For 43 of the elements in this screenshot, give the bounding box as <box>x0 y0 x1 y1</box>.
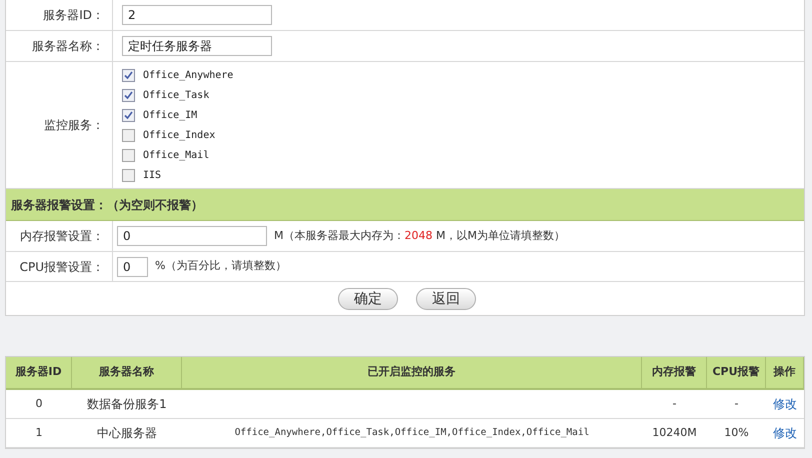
text-field[interactable]: 定时任务服务器 <box>122 36 272 56</box>
text-field[interactable]: 0 <box>117 256 148 276</box>
checkbox-label: IIS <box>143 168 162 182</box>
checkbox[interactable] <box>122 128 135 142</box>
checkbox[interactable] <box>122 108 135 122</box>
edit-link[interactable]: 修改 <box>773 395 797 413</box>
table-cell-text: 1 <box>36 424 42 441</box>
table-cell-text: Office_Anywhere,Office_Task,Office_IM,Office_Index,Office_Mail <box>234 426 590 440</box>
column-header: 服务器名称 <box>99 364 154 380</box>
field-label: 服务器名称： <box>32 38 104 55</box>
text-field[interactable]: 0 <box>117 226 267 246</box>
table-cell-text: 0 <box>36 396 42 412</box>
checkbox[interactable] <box>122 68 135 82</box>
field-label: 服务器ID： <box>43 7 104 24</box>
column-header: 服务器ID <box>15 364 62 380</box>
checkbox-label: Office_IM <box>143 108 198 122</box>
table-cell-text: 数据备份服务1 <box>87 396 167 413</box>
column-header: 内存报警 <box>652 364 696 380</box>
checkbox-label: Office_Index <box>143 128 216 142</box>
hint-text: %（为百分比，请填整数） <box>155 258 286 274</box>
column-header: 操作 <box>774 364 796 380</box>
column-header: 已开启监控的服务 <box>368 364 456 380</box>
section-title: 服务器报警设置：（为空则不报警） <box>11 196 203 214</box>
text-field[interactable]: 2 <box>122 5 272 25</box>
edit-link[interactable]: 修改 <box>773 424 797 442</box>
table-cell-text: 10% <box>724 424 749 441</box>
checkbox[interactable] <box>122 88 135 102</box>
field-label: CPU报警设置： <box>20 258 104 276</box>
column-header: CPU报警 <box>712 364 760 380</box>
table-cell-text: 中心服务器 <box>97 425 157 442</box>
checkbox-label: Office_Mail <box>143 148 210 162</box>
table-cell-text: 10240M <box>652 424 697 441</box>
field-label: 监控服务： <box>44 117 104 134</box>
field-label: 内存报警设置： <box>20 228 104 245</box>
form-button[interactable]: 返回 <box>416 288 476 310</box>
form-button[interactable]: 确定 <box>338 288 398 310</box>
checkbox[interactable] <box>122 148 135 162</box>
checkbox[interactable] <box>122 168 135 182</box>
checkbox-label: Office_Anywhere <box>143 68 234 82</box>
checkbox-label: Office_Task <box>143 88 210 102</box>
hint-text: M（本服务器最大内存为：2048 M，以M为单位请填整数） <box>274 228 565 244</box>
table-cell-text: - <box>734 396 738 412</box>
table-cell-text: - <box>672 396 676 412</box>
